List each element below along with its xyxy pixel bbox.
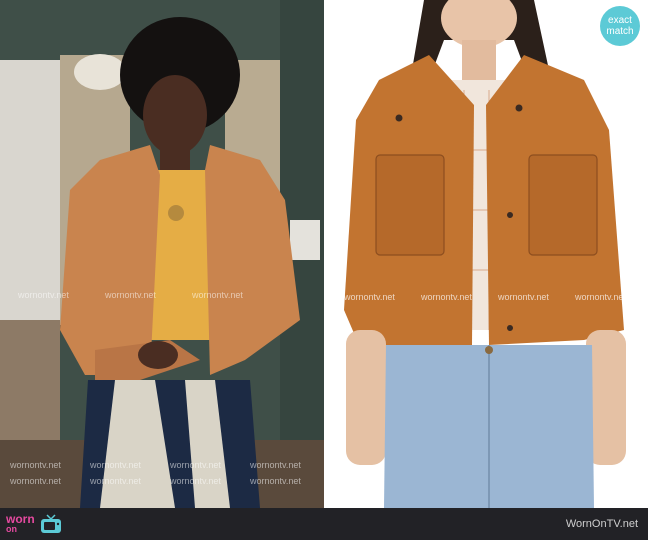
footer-bar: worn on tv WornOnTV.net [0,508,648,540]
tv-scene-photo: wornontv.net wornontv.net wornontv.net w… [0,0,324,508]
watermark: wornontv.net [344,292,395,302]
watermark: wornontv.net [10,476,61,486]
badge-line-1: exact [608,15,632,26]
product-photo: wornontv.net wornontv.net wornontv.net w… [324,0,648,508]
product-illustration [324,0,648,508]
watermark: wornontv.net [192,290,243,300]
watermark: wornontv.net [575,292,626,302]
logo-worn: worn [6,512,35,526]
watermark: wornontv.net [90,460,141,470]
watermark: wornontv.net [498,292,549,302]
wornontv-logo[interactable]: worn on tv [6,511,63,537]
badge-line-2: match [606,26,634,37]
watermark: wornontv.net [18,290,69,300]
watermark: wornontv.net [170,460,221,470]
watermark: wornontv.net [250,460,301,470]
scene-illustration [0,0,324,508]
watermark: wornontv.net [421,292,472,302]
watermark: wornontv.net [10,460,61,470]
tv-icon [40,514,61,533]
exact-match-badge: exact match [600,6,640,46]
watermark: wornontv.net [170,476,221,486]
watermark: wornontv.net [105,290,156,300]
site-name: WornOnTV.net [565,518,638,530]
watermark: wornontv.net [250,476,301,486]
watermark: wornontv.net [90,476,141,486]
